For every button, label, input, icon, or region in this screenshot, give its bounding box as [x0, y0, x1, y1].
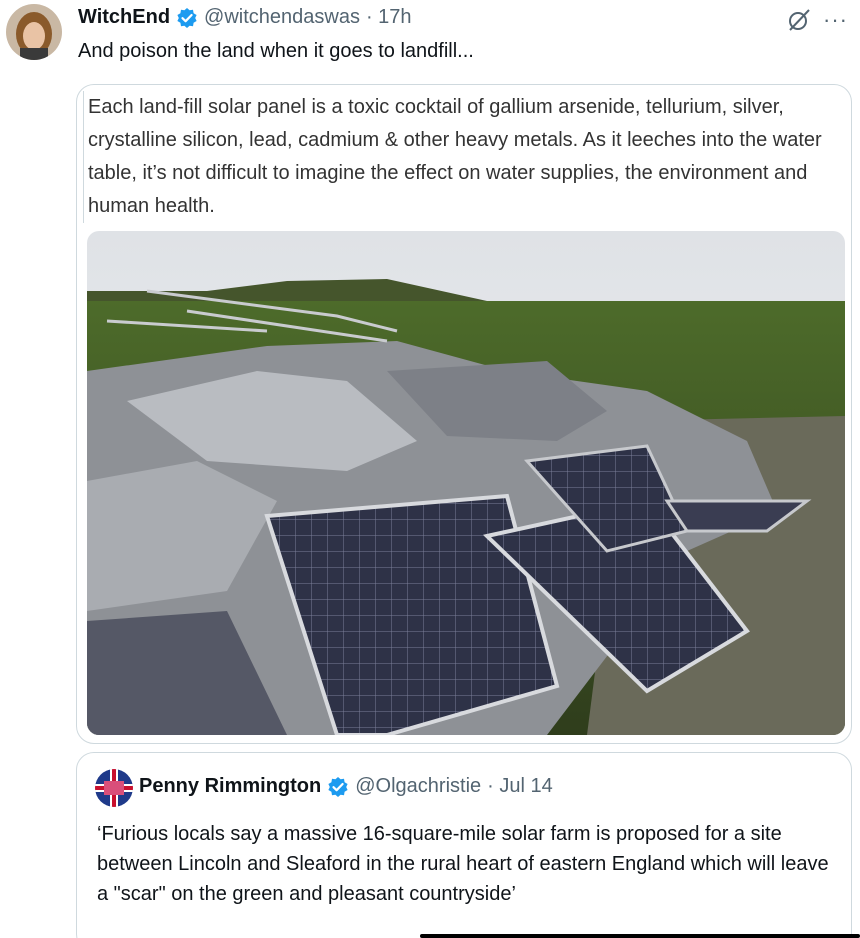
media-card[interactable]: Each land-fill solar panel is a toxic co…	[76, 84, 852, 744]
author-name[interactable]: WitchEnd	[78, 6, 170, 29]
tweet-header: WitchEnd @witchendaswas · 17h	[78, 6, 412, 29]
quoted-avatar[interactable]	[95, 769, 133, 807]
avatar[interactable]	[6, 4, 62, 60]
tweet-actions-top: ···	[785, 6, 848, 34]
quoted-tweet-time[interactable]: · Jul 14	[487, 775, 553, 798]
quoted-author-handle[interactable]: @Olgachristie	[355, 775, 481, 798]
verified-badge-icon	[327, 776, 349, 798]
author-handle[interactable]: @witchendaswas	[204, 6, 360, 29]
quote-block-text: Each land-fill solar panel is a toxic co…	[88, 96, 822, 217]
solar-panel-photo[interactable]	[87, 231, 845, 735]
quoted-tweet[interactable]: Penny Rimmington @Olgachristie · Jul 14 …	[76, 752, 852, 938]
home-indicator	[420, 934, 860, 938]
grok-icon[interactable]	[785, 6, 813, 34]
quote-block: Each land-fill solar panel is a toxic co…	[83, 91, 841, 223]
verified-badge-icon	[176, 7, 198, 29]
tweet-text: And poison the land when it goes to land…	[78, 40, 474, 62]
quoted-author-name[interactable]: Penny Rimmington	[139, 775, 321, 798]
tweet-time[interactable]: · 17h	[366, 6, 412, 29]
quoted-tweet-text: ‘Furious locals say a massive 16-square-…	[97, 823, 829, 905]
more-options-icon[interactable]: ···	[823, 9, 848, 31]
quoted-header: Penny Rimmington @Olgachristie · Jul 14	[139, 775, 553, 798]
